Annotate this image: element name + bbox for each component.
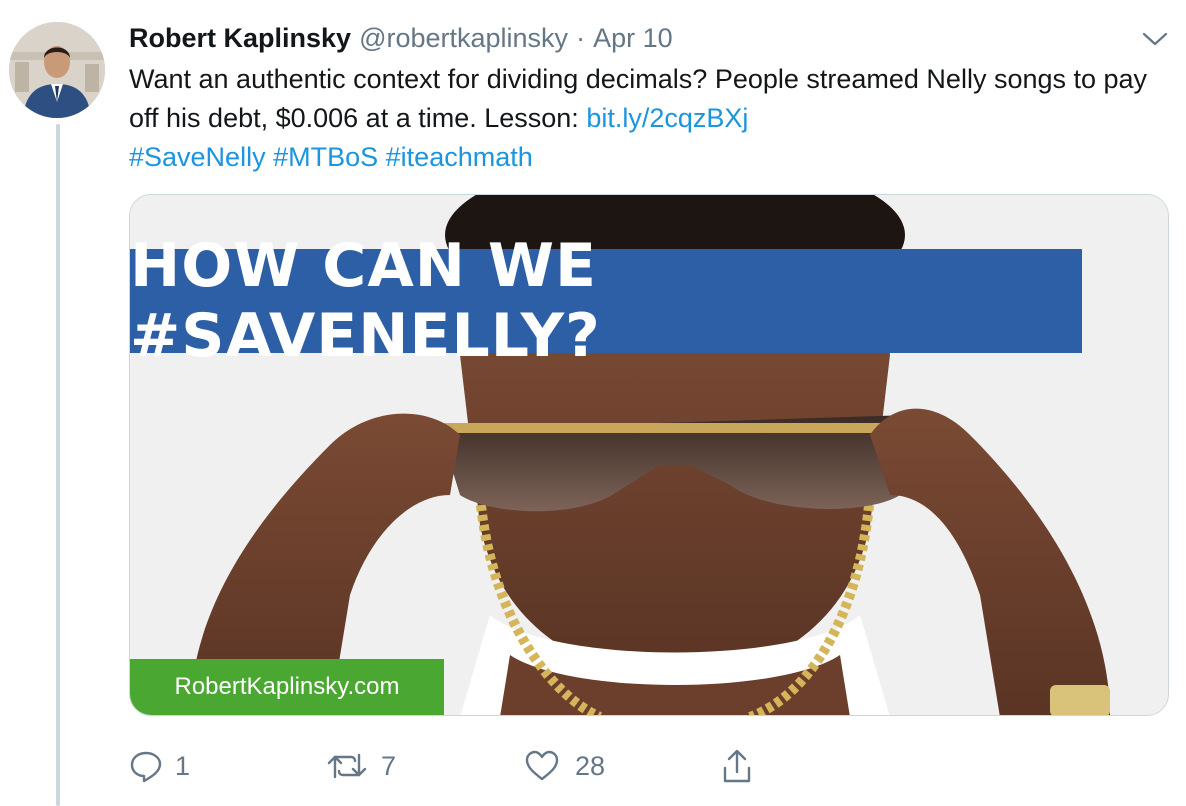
- retweet-button[interactable]: 7: [325, 744, 396, 788]
- hashtag-savenelly[interactable]: #SaveNelly: [129, 142, 266, 172]
- avatar[interactable]: [9, 22, 105, 118]
- author-name[interactable]: Robert Kaplinsky: [129, 23, 351, 54]
- share-button[interactable]: [721, 744, 753, 788]
- thread-line: [56, 124, 60, 806]
- hashtag-mtbos[interactable]: #MTBoS: [273, 142, 378, 172]
- tweet-actions: 1 7 28: [129, 744, 829, 788]
- separator-dot: ·: [576, 22, 586, 53]
- like-button[interactable]: 28: [525, 744, 605, 788]
- hashtag-iteachmath[interactable]: #iteachmath: [386, 142, 533, 172]
- like-count: 28: [575, 750, 606, 781]
- chevron-down-icon[interactable]: [1138, 24, 1172, 54]
- avatar-image: [9, 22, 105, 118]
- banner-headline: HOW CAN WE #SAVENELLY?: [130, 231, 1082, 371]
- site-badge: RobertKaplinsky.com: [130, 659, 444, 715]
- author-handle[interactable]: @robertkaplinsky: [359, 23, 568, 54]
- retweet-icon: [327, 753, 367, 779]
- tweet-date[interactable]: Apr 10: [593, 23, 673, 54]
- share-icon: [723, 749, 751, 783]
- tweet-text: Want an authentic context for dividing d…: [129, 60, 1149, 177]
- reply-button[interactable]: 1: [129, 744, 190, 788]
- tweet-header: Robert Kaplinsky @robertkaplinsky · Apr …: [129, 20, 673, 56]
- heart-icon: [525, 750, 559, 781]
- reply-icon: [130, 751, 162, 783]
- tweet-link[interactable]: bit.ly/2cqzBXj: [586, 103, 748, 133]
- reply-count: 1: [175, 750, 191, 781]
- retweet-count: 7: [381, 750, 397, 781]
- media-image[interactable]: HOW CAN WE #SAVENELLY? RobertKaplinsky.c…: [129, 194, 1169, 716]
